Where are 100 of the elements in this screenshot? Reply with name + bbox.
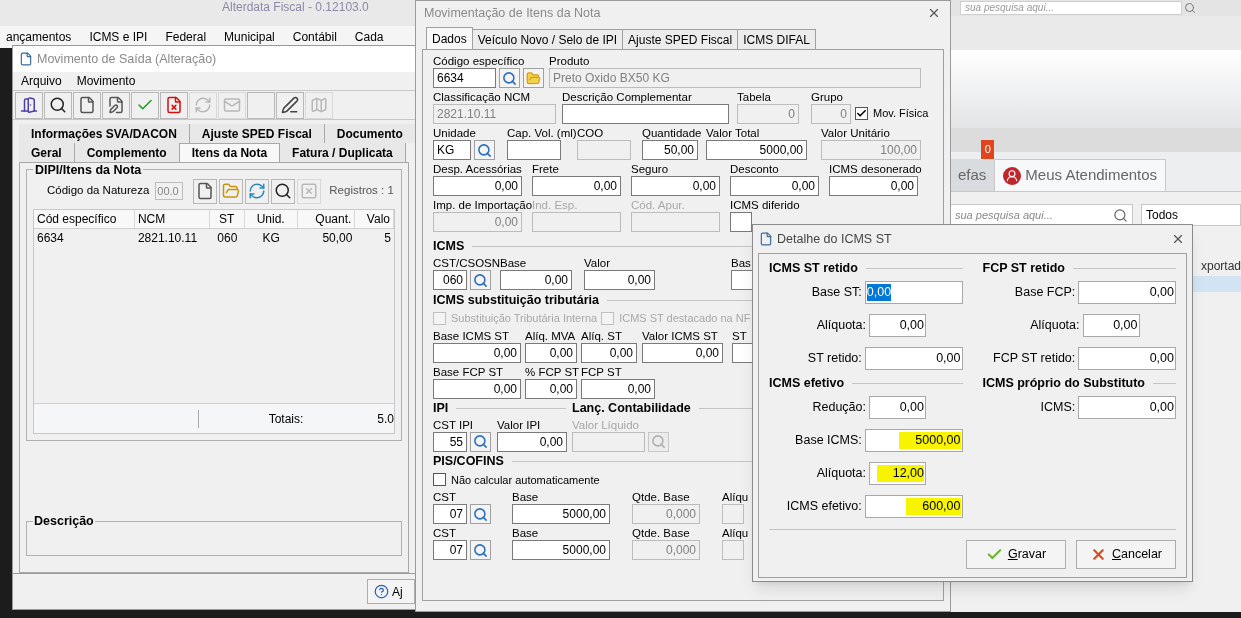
tab[interactable]: Complemento bbox=[74, 143, 180, 162]
checkbox[interactable] bbox=[855, 107, 868, 120]
tab[interactable]: Fatura / Duplicata bbox=[280, 143, 406, 162]
tab[interactable]: Ajuste SPED Fiscal bbox=[189, 124, 325, 143]
field-value: 5000,00 bbox=[899, 432, 961, 449]
input-field[interactable] bbox=[507, 140, 561, 160]
input-field[interactable]: 0,00 bbox=[1078, 347, 1176, 370]
tab[interactable]: Veículo Novo / Selo de IPI bbox=[472, 29, 624, 49]
search-button[interactable] bbox=[499, 68, 520, 88]
column-header[interactable]: ST bbox=[209, 210, 245, 228]
input-field[interactable]: 0,00 bbox=[581, 342, 637, 363]
tab[interactable]: Dados bbox=[426, 27, 473, 49]
tab[interactable]: Ajuste SPED Fiscal bbox=[623, 29, 739, 49]
input-field[interactable]: 0,00 bbox=[525, 342, 577, 363]
input-field[interactable]: 0,00 bbox=[525, 378, 577, 399]
input-field[interactable]: 12,00 bbox=[869, 462, 926, 485]
cancel-button[interactable]: Cancelar bbox=[1076, 540, 1176, 569]
input-field[interactable]: 0,00 bbox=[500, 270, 572, 290]
tab[interactable]: Itens da Nota bbox=[179, 143, 281, 162]
input-field[interactable]: 0,00 bbox=[433, 176, 522, 196]
input-field[interactable]: KG bbox=[433, 140, 471, 160]
input-field[interactable]: 0,00 bbox=[433, 342, 521, 363]
input-field[interactable]: 0,00 bbox=[433, 378, 521, 399]
search-button[interactable] bbox=[470, 270, 491, 290]
input-field[interactable] bbox=[731, 270, 753, 290]
table-cell-text: 6634 bbox=[36, 230, 65, 247]
tab[interactable]: ICMS DIFAL bbox=[738, 29, 816, 49]
input-field[interactable]: 5000,00 bbox=[512, 540, 610, 560]
input-field[interactable]: 0,00 bbox=[1078, 281, 1176, 304]
column-header[interactable]: Cód específico bbox=[34, 210, 135, 228]
input-field[interactable]: 0,00 bbox=[869, 396, 926, 419]
input-field[interactable]: 0,00 bbox=[497, 431, 567, 452]
search-button[interactable] bbox=[470, 540, 491, 560]
search-button[interactable] bbox=[470, 431, 491, 452]
input-field[interactable]: 0,00 bbox=[642, 342, 723, 363]
input-field[interactable]: 07 bbox=[433, 540, 467, 560]
menu-item[interactable]: ICMS e IPI bbox=[89, 28, 148, 46]
edit-document-icon[interactable] bbox=[102, 91, 130, 119]
input-field[interactable]: 6634 bbox=[433, 68, 496, 88]
input-field[interactable]: 0,00 bbox=[532, 176, 621, 196]
input-field[interactable]: 5000,00 bbox=[864, 429, 963, 452]
menu-item[interactable]: Arquivo bbox=[21, 72, 62, 90]
input-field[interactable]: 0,00 bbox=[829, 176, 918, 196]
input-field[interactable]: 0,00 bbox=[864, 281, 963, 304]
field-value: 0,00 bbox=[899, 317, 924, 334]
tab[interactable]: Documento bbox=[324, 124, 415, 143]
checkbox[interactable] bbox=[433, 473, 446, 487]
save-button[interactable]: Gravar bbox=[966, 540, 1066, 569]
input-field[interactable] bbox=[730, 212, 752, 232]
search-field[interactable]: sua pesquisa aqui... bbox=[950, 204, 1133, 226]
input-field[interactable]: 0,00 bbox=[1078, 396, 1176, 419]
input-field[interactable]: 55 bbox=[433, 431, 467, 452]
input-field[interactable]: 0,00 bbox=[1082, 314, 1140, 337]
delete-document-icon[interactable] bbox=[160, 91, 188, 119]
input-field[interactable]: 0,00 bbox=[730, 176, 819, 196]
input-field[interactable]: 0,00 bbox=[631, 176, 720, 196]
input-field[interactable]: 5000,00 bbox=[706, 140, 807, 160]
column-header[interactable]: NCM bbox=[134, 210, 210, 228]
document-icon[interactable] bbox=[193, 178, 218, 204]
tab[interactable]: Informações SVA/DACON bbox=[19, 124, 190, 143]
column-header[interactable]: Valo bbox=[355, 210, 394, 228]
column-header[interactable]: Quant. bbox=[297, 210, 356, 228]
checkbox-label: Substituição Tributária Interna bbox=[451, 311, 598, 326]
menu-item[interactable]: Contábil bbox=[292, 28, 337, 46]
field-value: 0,00 bbox=[1149, 350, 1174, 367]
search-icon[interactable] bbox=[271, 178, 296, 204]
search-button[interactable] bbox=[474, 140, 495, 160]
tab[interactable]: Geral bbox=[19, 143, 75, 162]
input-field[interactable]: 0,00 bbox=[869, 314, 926, 337]
input-field[interactable]: 0,00 bbox=[584, 270, 655, 290]
help-button[interactable]: Aj bbox=[367, 579, 415, 604]
document-icon[interactable] bbox=[73, 91, 101, 119]
door-icon[interactable] bbox=[15, 91, 43, 119]
tab[interactable]: efas bbox=[950, 159, 996, 191]
group-title: DIPI/Itens da Nota bbox=[33, 163, 144, 177]
menu-item[interactable]: Cada bbox=[354, 28, 384, 46]
table-cell-text: 5 bbox=[383, 230, 392, 247]
search-button[interactable] bbox=[470, 504, 491, 524]
check-icon[interactable] bbox=[131, 91, 159, 119]
input-field[interactable]: 0,00 bbox=[581, 378, 655, 399]
field-label: Alíq. MVA bbox=[525, 328, 577, 343]
input-field[interactable]: 0,00 bbox=[864, 347, 963, 370]
pen-icon[interactable] bbox=[276, 91, 304, 119]
menu-item[interactable]: ançamentos bbox=[6, 28, 72, 46]
input-field[interactable] bbox=[732, 342, 753, 363]
input-field[interactable]: 060 bbox=[433, 270, 467, 290]
filter-dropdown[interactable]: Todos bbox=[1141, 204, 1241, 226]
field-label: Alíq. ST bbox=[581, 328, 623, 343]
input-field[interactable]: 50,00 bbox=[642, 140, 698, 160]
input-field[interactable]: 600,00 bbox=[864, 495, 963, 518]
person-icon bbox=[1003, 166, 1022, 185]
folder-icon[interactable] bbox=[523, 68, 544, 88]
input-field[interactable]: 5000,00 bbox=[512, 504, 610, 524]
menu-item[interactable]: Federal bbox=[165, 28, 207, 46]
menu-item[interactable]: Municipal bbox=[224, 28, 275, 46]
search-icon[interactable] bbox=[44, 91, 72, 119]
menu-item[interactable]: Movimento bbox=[76, 72, 136, 90]
input-field[interactable]: 07 bbox=[433, 504, 467, 524]
input-field[interactable] bbox=[562, 104, 729, 124]
column-header[interactable]: Unid. bbox=[244, 210, 298, 228]
